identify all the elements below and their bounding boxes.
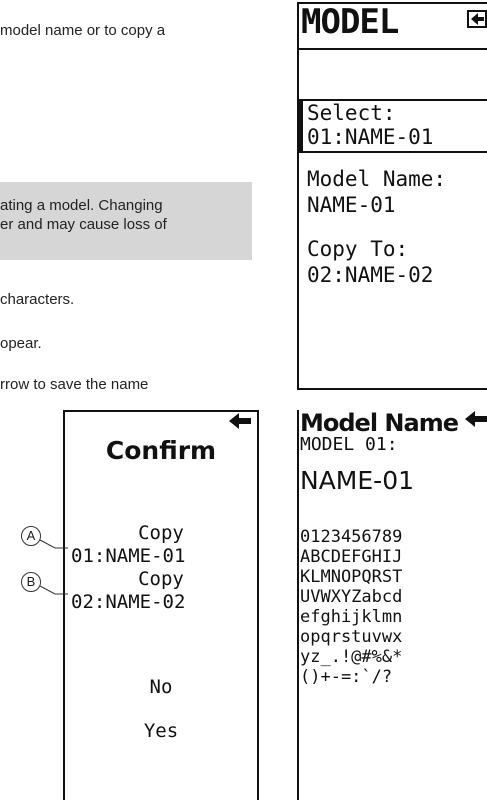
selection-marker [299, 99, 303, 152]
confirm-title: Confirm [105, 436, 217, 465]
charset-row[interactable]: 0123456789 [300, 527, 402, 547]
model-name-value: NAME-01 [300, 466, 415, 495]
screen-title: MODEL [301, 2, 399, 42]
model-name-label: Model Name: [307, 167, 447, 191]
confirm-screen: Confirm Copy 01:NAME-01 Copy 02:NAME-02 … [63, 410, 259, 800]
back-arrow-icon[interactable] [467, 10, 487, 28]
manual-text-line: model name or to copy a [0, 22, 166, 39]
screen-title: Model Name [300, 410, 459, 437]
copy-to-value: 02:NAME-02 [71, 591, 186, 613]
copy-from-value: 01:NAME-01 [71, 545, 186, 567]
copy-from-label: Copy [138, 522, 184, 544]
select-label: Select: [307, 101, 396, 125]
manual-text-line: characters. [0, 291, 75, 308]
manual-text-line: opear. [0, 335, 42, 352]
charset-row[interactable]: opqrstuvwx [300, 627, 402, 647]
select-value[interactable]: 01:NAME-01 [307, 124, 433, 150]
back-arrow-icon[interactable] [463, 410, 487, 428]
copy-to-label: Copy [138, 568, 184, 590]
note-box: ating a model. Changing er and may cause… [0, 182, 252, 260]
copy-to-label: Copy To: [307, 237, 409, 261]
charset-row[interactable]: KLMNOPQRST [300, 567, 402, 587]
charset-row[interactable]: efghijklmn [300, 607, 402, 627]
copy-to-value[interactable]: 02:NAME-02 [307, 262, 433, 288]
yes-option[interactable]: Yes [65, 720, 257, 743]
title-divider [299, 48, 487, 50]
back-arrow-icon[interactable] [227, 412, 253, 430]
model-number-label: MODEL 01: [300, 434, 398, 455]
model-screen: MODEL Select: 01:NAME-01 Model Name: NAM… [297, 2, 487, 390]
callout-a-letter: A [26, 528, 36, 543]
charset-row[interactable]: ()+-=:`/? [300, 667, 392, 687]
callout-b-letter: B [26, 574, 36, 589]
note-line-1: ating a model. Changing [0, 197, 163, 214]
model-name-value[interactable]: NAME-01 [307, 192, 396, 218]
manual-text-line: rrow to save the name [0, 376, 149, 393]
note-line-2: er and may cause loss of [0, 216, 167, 233]
model-name-screen: Model Name MODEL 01: NAME-01 0123456789 … [297, 410, 487, 800]
selection-bottom [299, 151, 487, 153]
charset-row[interactable]: ABCDEFGHIJ [300, 547, 402, 567]
no-option[interactable]: No [65, 676, 257, 699]
charset-row[interactable]: UVWXYZabcd [300, 587, 402, 607]
charset-row[interactable]: yz_.!@#%&* [300, 647, 402, 667]
